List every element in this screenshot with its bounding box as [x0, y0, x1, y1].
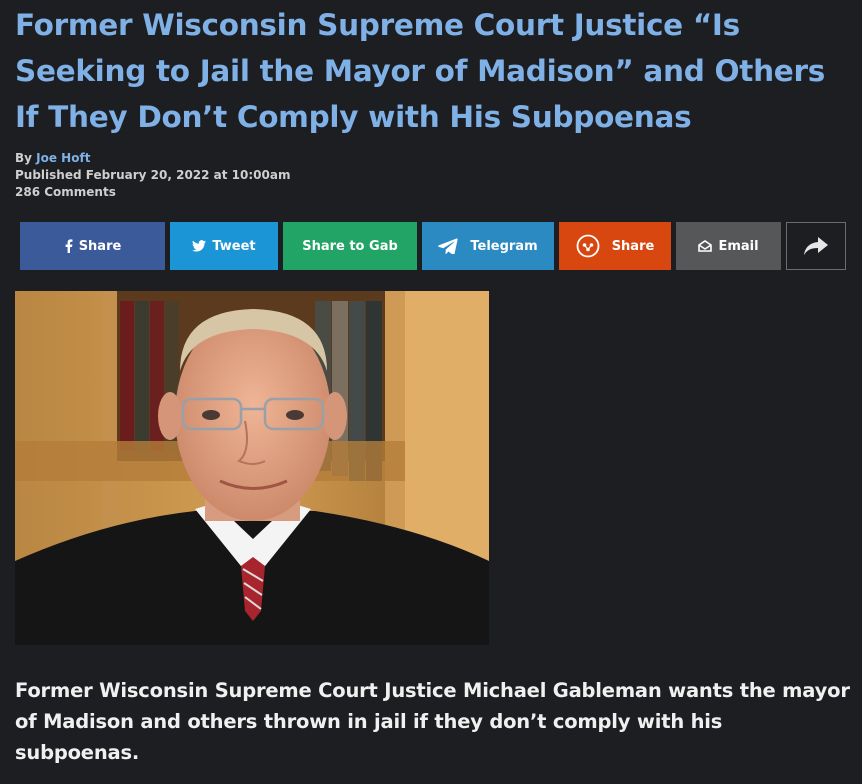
email-label: Email — [718, 238, 759, 254]
share-button[interactable]: Share — [559, 222, 671, 270]
by-label: By — [15, 151, 32, 165]
facebook-share-button[interactable]: Share — [20, 222, 165, 270]
email-button[interactable]: Email — [676, 222, 781, 270]
gab-share-button[interactable]: Share to Gab — [283, 222, 417, 270]
published-date: Published February 20, 2022 at 10:00am — [15, 168, 291, 182]
article-lede: Former Wisconsin Supreme Court Justice M… — [15, 679, 850, 764]
tweet-label: Tweet — [212, 238, 256, 254]
telegram-icon — [438, 238, 458, 254]
comments-count[interactable]: 286 Comments — [15, 184, 290, 201]
share-bar: Share Tweet Share to Gab Telegram Share … — [20, 222, 846, 270]
judge-portrait — [15, 291, 489, 645]
telegram-share-button[interactable]: Telegram — [422, 222, 554, 270]
byline: By Joe Hoft — [15, 150, 290, 167]
article-meta: By Joe Hoft Published February 20, 2022 … — [15, 150, 290, 201]
gab-share-label: Share to Gab — [302, 238, 398, 254]
article-photo — [15, 291, 489, 645]
facebook-share-label: Share — [78, 238, 122, 254]
share-label: Share — [611, 238, 655, 254]
article-title: Former Wisconsin Supreme Court Justice “… — [15, 8, 825, 134]
forward-arrow-icon — [804, 237, 828, 255]
envelope-icon — [698, 240, 713, 252]
telegram-label: Telegram — [470, 238, 538, 254]
tweet-button[interactable]: Tweet — [170, 222, 278, 270]
twitter-icon — [192, 240, 207, 252]
share-icon — [576, 234, 600, 258]
facebook-icon — [65, 239, 73, 253]
more-share-button[interactable] — [786, 222, 846, 270]
author-link[interactable]: Joe Hoft — [36, 151, 90, 165]
